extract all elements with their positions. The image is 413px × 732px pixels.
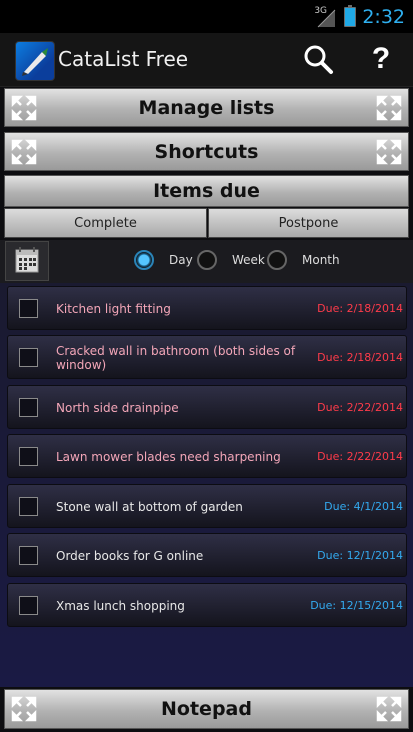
- item-due-date: Due: 12/1/2014: [317, 549, 403, 562]
- list-item[interactable]: North side drainpipe Due: 2/22/2014: [7, 385, 407, 429]
- item-due-date: Due: 2/18/2014: [317, 302, 403, 315]
- item-checkbox[interactable]: [19, 348, 38, 367]
- item-due-date: Due: 2/22/2014: [317, 401, 403, 414]
- notepad-label: Notepad: [161, 698, 252, 720]
- list-item[interactable]: Stone wall at bottom of garden Due: 4/1/…: [7, 484, 407, 528]
- list-item[interactable]: Order books for G online Due: 12/1/2014: [7, 533, 407, 577]
- expand-icon: [376, 95, 402, 121]
- search-icon: [304, 45, 333, 74]
- item-checkbox[interactable]: [19, 398, 38, 417]
- list-item[interactable]: Cracked wall in bathroom (both sides of …: [7, 335, 407, 379]
- item-checkbox[interactable]: [19, 299, 38, 318]
- manage-lists-header[interactable]: Manage lists: [4, 88, 409, 127]
- signal-icon: [317, 9, 336, 28]
- item-text: Lawn mower blades need sharpening: [56, 450, 281, 464]
- calendar-button[interactable]: [5, 241, 49, 281]
- item-due-date: Due: 4/1/2014: [324, 500, 403, 513]
- app-logo-icon: [15, 41, 55, 81]
- period-filter-row: Day Week Month: [0, 240, 413, 283]
- status-bar: 3G 2:32: [0, 0, 413, 33]
- item-checkbox[interactable]: [19, 447, 38, 466]
- shortcuts-header[interactable]: Shortcuts: [4, 132, 409, 171]
- expand-icon: [376, 696, 402, 722]
- radio-month-label: Month: [302, 253, 340, 267]
- item-checkbox[interactable]: [19, 596, 38, 615]
- list-item[interactable]: Xmas lunch shopping Due: 12/15/2014: [7, 583, 407, 627]
- postpone-label: Postpone: [278, 215, 339, 231]
- status-icons: 3G 2:32: [314, 4, 405, 30]
- item-text: Xmas lunch shopping: [56, 599, 185, 613]
- item-due-date: Due: 2/22/2014: [317, 450, 403, 463]
- radio-week[interactable]: [197, 250, 217, 270]
- manage-lists-label: Manage lists: [138, 96, 275, 119]
- complete-button[interactable]: Complete: [4, 208, 207, 238]
- list-item[interactable]: Kitchen light fitting Due: 2/18/2014: [7, 286, 407, 330]
- item-text: Stone wall at bottom of garden: [56, 500, 243, 514]
- radio-day-label: Day: [169, 253, 193, 267]
- expand-icon: [376, 139, 402, 165]
- item-checkbox[interactable]: [19, 546, 38, 565]
- complete-label: Complete: [74, 215, 137, 231]
- radio-week-label: Week: [232, 253, 265, 267]
- item-text: Cracked wall in bathroom (both sides of …: [56, 344, 296, 372]
- search-button[interactable]: [300, 41, 338, 79]
- item-due-date: Due: 2/18/2014: [317, 351, 403, 364]
- item-text: North side drainpipe: [56, 401, 179, 415]
- app-title: CataList Free: [58, 47, 189, 71]
- item-text: Order books for G online: [56, 549, 204, 563]
- expand-icon: [11, 95, 37, 121]
- expand-icon: [11, 139, 37, 165]
- action-bar: CataList Free ?: [0, 33, 413, 87]
- items-due-label: Items due: [153, 180, 260, 202]
- battery-icon: [344, 5, 357, 27]
- postpone-button[interactable]: Postpone: [208, 208, 409, 238]
- items-due-header[interactable]: Items due: [4, 175, 409, 207]
- calendar-icon: [15, 247, 39, 273]
- help-icon: ?: [371, 42, 391, 75]
- network-indicator: 3G: [314, 6, 338, 28]
- radio-day[interactable]: [134, 250, 154, 270]
- item-text: Kitchen light fitting: [56, 302, 171, 316]
- items-list: Kitchen light fitting Due: 2/18/2014 Cra…: [0, 283, 413, 687]
- expand-icon: [11, 696, 37, 722]
- help-button[interactable]: ?: [362, 41, 400, 79]
- shortcuts-label: Shortcuts: [154, 140, 259, 163]
- list-item[interactable]: Lawn mower blades need sharpening Due: 2…: [7, 434, 407, 478]
- radio-month[interactable]: [267, 250, 287, 270]
- item-due-date: Due: 12/15/2014: [310, 599, 403, 612]
- notepad-header[interactable]: Notepad: [4, 689, 409, 729]
- clock: 2:32: [362, 6, 405, 28]
- item-checkbox[interactable]: [19, 497, 38, 516]
